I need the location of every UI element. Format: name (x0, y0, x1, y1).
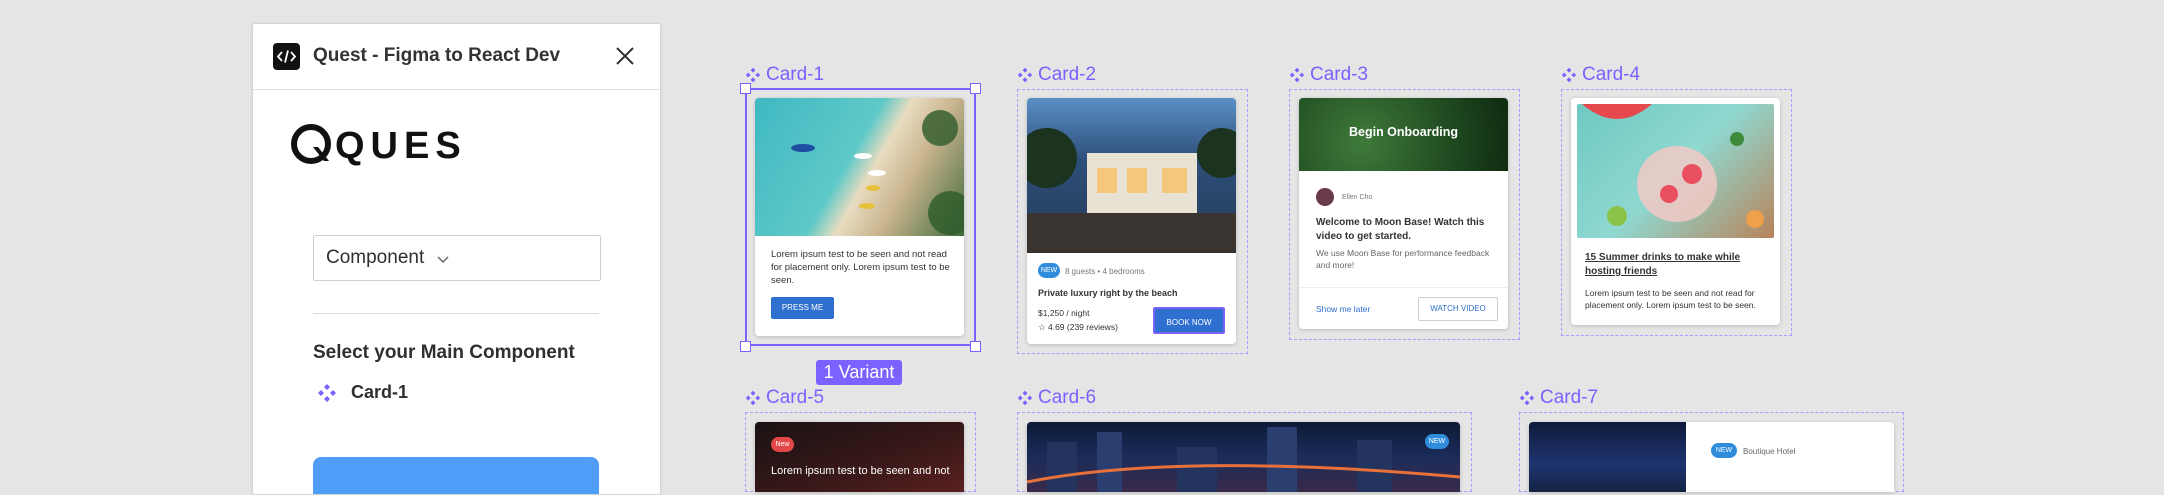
new-badge: NEW (1711, 443, 1737, 458)
resize-handle-top-right[interactable] (970, 83, 981, 94)
hotel-image (1529, 422, 1686, 492)
author-name: Ellen Cho (1342, 194, 1373, 201)
card-body-text: Lorem ipsum test to be seen and not (771, 465, 950, 477)
section-heading: Select your Main Component (313, 342, 575, 363)
frame-label-card-1[interactable]: Card-1 (745, 64, 824, 86)
leaf-banner-image: Begin Onboarding (1299, 98, 1508, 171)
frame-label-text: Card-4 (1582, 64, 1641, 85)
frame-label-card-5[interactable]: Card-5 (745, 387, 824, 409)
selected-component-row[interactable]: Card-1 (313, 379, 573, 409)
drink-image (1577, 104, 1774, 238)
star-icon: ☆ (1038, 322, 1048, 332)
component-icon (1519, 390, 1535, 406)
variant-badge: 1 Variant (816, 360, 902, 385)
resize-handle-top-left[interactable] (740, 83, 751, 94)
divider (313, 313, 599, 314)
panel-title: Quest - Figma to React Dev (313, 45, 561, 66)
watch-video-button[interactable]: WATCH VIDEO (1418, 297, 1498, 321)
card-5[interactable]: New Lorem ipsum test to be seen and not (755, 422, 964, 492)
article-link[interactable]: 15 Summer drinks to make while hosting f… (1585, 251, 1765, 279)
frame-label-text: Card-1 (766, 64, 825, 85)
frame-label-text: Card-7 (1540, 387, 1599, 408)
card-4[interactable]: 15 Summer drinks to make while hosting f… (1571, 98, 1780, 325)
frame-label-card-3[interactable]: Card-3 (1289, 64, 1368, 86)
resize-handle-bottom-left[interactable] (740, 341, 751, 352)
primary-action-button[interactable] (313, 457, 599, 494)
new-badge: New (771, 437, 794, 452)
card-3[interactable]: Begin Onboarding Ellen Cho Welcome to Mo… (1299, 98, 1508, 329)
card-meta: Boutique Hotel (1743, 447, 1796, 456)
plugin-panel: Quest - Figma to React Dev QUEST Compone… (252, 23, 661, 495)
close-icon[interactable] (613, 44, 637, 68)
new-badge: NEW (1038, 263, 1060, 278)
panel-header: Quest - Figma to React Dev (253, 24, 660, 90)
card-body-text: Lorem ipsum test to be seen and not read… (771, 249, 950, 286)
card-title: Welcome to Moon Base! Watch this video t… (1316, 217, 1485, 242)
house-image (1027, 98, 1236, 253)
press-me-button[interactable]: PRESS ME (771, 297, 834, 319)
component-icon (1561, 67, 1577, 83)
card-price: $1,250 / night (1038, 308, 1090, 318)
chevron-down-icon (436, 252, 450, 270)
card-7[interactable]: NEW Boutique Hotel (1529, 422, 1894, 492)
frame-label-card-7[interactable]: Card-7 (1519, 387, 1598, 409)
select-value: Component (326, 247, 425, 268)
book-now-button[interactable]: BOOK NOW (1153, 307, 1225, 334)
show-later-button[interactable]: Show me later (1316, 303, 1370, 316)
quest-logo-text: QUEST (335, 125, 466, 167)
card-1[interactable]: Lorem ipsum test to be seen and not read… (755, 98, 964, 336)
component-icon (1017, 67, 1033, 83)
card-2[interactable]: NEW 8 guests • 4 bedrooms Private luxury… (1027, 98, 1236, 344)
frame-label-text: Card-2 (1038, 64, 1097, 85)
component-icon (745, 67, 761, 83)
frame-label-card-4[interactable]: Card-4 (1561, 64, 1640, 86)
card-body-text: Lorem ipsum test to be seen and not read… (1585, 288, 1756, 310)
card-rating: 4.69 (239 reviews) (1047, 322, 1118, 332)
component-icon (317, 383, 337, 408)
component-icon (1017, 390, 1033, 406)
card-6[interactable]: NEW (1027, 422, 1460, 492)
selected-component-name: Card-1 (351, 382, 409, 402)
component-type-select[interactable]: Component (313, 235, 601, 281)
new-badge: NEW (1425, 434, 1449, 449)
banner-title: Begin Onboarding (1348, 125, 1459, 139)
card-meta: 8 guests • 4 bedrooms (1065, 267, 1145, 276)
code-icon (273, 43, 300, 70)
card-body-text: We use Moon Base for performance feedbac… (1316, 248, 1490, 270)
quest-logo: QUEST (291, 121, 490, 172)
avatar (1316, 188, 1334, 206)
component-icon (1289, 67, 1305, 83)
city-image (1027, 422, 1460, 492)
divider (1299, 287, 1508, 288)
dark-image (755, 422, 964, 492)
frame-label-card-2[interactable]: Card-2 (1017, 64, 1096, 86)
beach-image (755, 98, 964, 236)
frame-label-text: Card-6 (1038, 387, 1097, 408)
component-icon (745, 390, 761, 406)
frame-label-text: Card-5 (766, 387, 825, 408)
frame-label-card-6[interactable]: Card-6 (1017, 387, 1096, 409)
frame-label-text: Card-3 (1310, 64, 1369, 85)
card-title: Private luxury right by the beach (1038, 288, 1178, 298)
resize-handle-bottom-right[interactable] (970, 341, 981, 352)
card-rating-row: ☆ 4.69 (239 reviews) (1038, 321, 1118, 334)
